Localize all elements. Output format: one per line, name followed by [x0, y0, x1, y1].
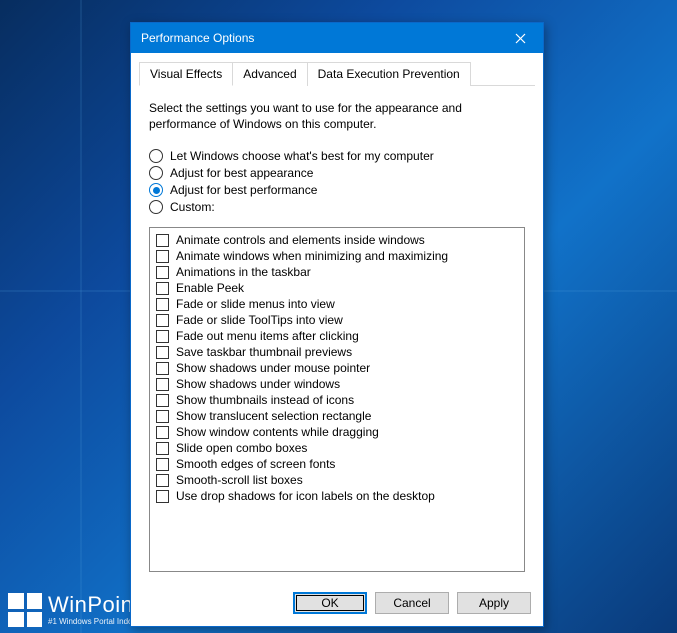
- check-row[interactable]: Show window contents while dragging: [156, 424, 518, 440]
- check-label: Show shadows under mouse pointer: [176, 361, 370, 375]
- check-row[interactable]: Save taskbar thumbnail previews: [156, 344, 518, 360]
- radio-icon: [149, 166, 163, 180]
- radio-label: Let Windows choose what's best for my co…: [170, 149, 434, 163]
- instructions-text: Select the settings you want to use for …: [149, 100, 525, 132]
- radio-best-performance[interactable]: Adjust for best performance: [149, 183, 525, 197]
- check-row[interactable]: Smooth-scroll list boxes: [156, 472, 518, 488]
- dialog-button-bar: OK Cancel Apply: [131, 582, 543, 626]
- check-label: Use drop shadows for icon labels on the …: [176, 489, 435, 503]
- checkbox-icon: [156, 346, 169, 359]
- radio-best-appearance[interactable]: Adjust for best appearance: [149, 166, 525, 180]
- ok-button[interactable]: OK: [293, 592, 367, 614]
- checkbox-icon: [156, 458, 169, 471]
- checkbox-icon: [156, 362, 169, 375]
- performance-options-dialog: Performance Options Visual Effects Advan…: [130, 22, 544, 627]
- check-row[interactable]: Show shadows under mouse pointer: [156, 360, 518, 376]
- radio-label: Custom:: [170, 200, 215, 214]
- check-label: Fade or slide ToolTips into view: [176, 313, 343, 327]
- tab-content-visual-effects: Select the settings you want to use for …: [131, 86, 543, 582]
- checkbox-icon: [156, 378, 169, 391]
- check-row[interactable]: Use drop shadows for icon labels on the …: [156, 488, 518, 504]
- tab-visual-effects[interactable]: Visual Effects: [139, 62, 233, 86]
- check-label: Show translucent selection rectangle: [176, 409, 371, 423]
- check-row[interactable]: Slide open combo boxes: [156, 440, 518, 456]
- apply-button[interactable]: Apply: [457, 592, 531, 614]
- checkbox-icon: [156, 266, 169, 279]
- checkbox-icon: [156, 298, 169, 311]
- check-label: Slide open combo boxes: [176, 441, 307, 455]
- checkbox-icon: [156, 426, 169, 439]
- cancel-button[interactable]: Cancel: [375, 592, 449, 614]
- check-label: Smooth edges of screen fonts: [176, 457, 335, 471]
- checkbox-icon: [156, 474, 169, 487]
- radio-let-windows-choose[interactable]: Let Windows choose what's best for my co…: [149, 149, 525, 163]
- radio-label: Adjust for best appearance: [170, 166, 313, 180]
- close-button[interactable]: [498, 23, 543, 53]
- radio-icon: [149, 183, 163, 197]
- check-row[interactable]: Show translucent selection rectangle: [156, 408, 518, 424]
- checkbox-icon: [156, 330, 169, 343]
- close-icon: [515, 33, 526, 44]
- checkbox-icon: [156, 250, 169, 263]
- check-row[interactable]: Animations in the taskbar: [156, 264, 518, 280]
- check-label: Animate windows when minimizing and maxi…: [176, 249, 448, 263]
- check-label: Show shadows under windows: [176, 377, 340, 391]
- effects-mode-radiogroup: Let Windows choose what's best for my co…: [149, 146, 525, 217]
- visual-effects-checklist[interactable]: Animate controls and elements inside win…: [149, 227, 525, 572]
- check-row[interactable]: Animate controls and elements inside win…: [156, 232, 518, 248]
- tab-advanced[interactable]: Advanced: [232, 62, 307, 86]
- check-label: Enable Peek: [176, 281, 244, 295]
- radio-label: Adjust for best performance: [170, 183, 317, 197]
- check-row[interactable]: Fade or slide ToolTips into view: [156, 312, 518, 328]
- check-row[interactable]: Animate windows when minimizing and maxi…: [156, 248, 518, 264]
- check-label: Save taskbar thumbnail previews: [176, 345, 352, 359]
- radio-icon: [149, 149, 163, 163]
- check-label: Fade out menu items after clicking: [176, 329, 359, 343]
- check-label: Show window contents while dragging: [176, 425, 379, 439]
- titlebar[interactable]: Performance Options: [131, 23, 543, 53]
- dialog-title: Performance Options: [141, 31, 254, 45]
- check-row[interactable]: Show thumbnails instead of icons: [156, 392, 518, 408]
- check-label: Smooth-scroll list boxes: [176, 473, 303, 487]
- tab-strip: Visual Effects Advanced Data Execution P…: [139, 61, 535, 86]
- check-row[interactable]: Fade or slide menus into view: [156, 296, 518, 312]
- check-row[interactable]: Enable Peek: [156, 280, 518, 296]
- checkbox-icon: [156, 282, 169, 295]
- check-label: Animations in the taskbar: [176, 265, 311, 279]
- checkbox-icon: [156, 490, 169, 503]
- windows-logo-icon: [8, 593, 42, 627]
- check-label: Animate controls and elements inside win…: [176, 233, 425, 247]
- checkbox-icon: [156, 314, 169, 327]
- check-row[interactable]: Smooth edges of screen fonts: [156, 456, 518, 472]
- check-row[interactable]: Show shadows under windows: [156, 376, 518, 392]
- tab-dep[interactable]: Data Execution Prevention: [307, 62, 471, 86]
- checkbox-icon: [156, 394, 169, 407]
- checkbox-icon: [156, 442, 169, 455]
- radio-icon: [149, 200, 163, 214]
- check-label: Fade or slide menus into view: [176, 297, 335, 311]
- check-label: Show thumbnails instead of icons: [176, 393, 354, 407]
- checkbox-icon: [156, 234, 169, 247]
- radio-custom[interactable]: Custom:: [149, 200, 525, 214]
- checkbox-icon: [156, 410, 169, 423]
- check-row[interactable]: Fade out menu items after clicking: [156, 328, 518, 344]
